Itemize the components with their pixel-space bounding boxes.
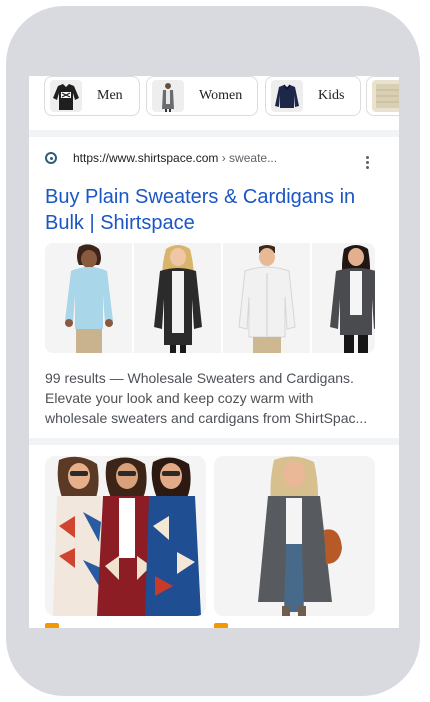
divider bbox=[29, 438, 399, 445]
chip-label: Kids bbox=[318, 88, 345, 103]
product-card-grey-long-cardigan[interactable] bbox=[214, 456, 375, 616]
product-card-aztec-cardigans[interactable] bbox=[45, 456, 206, 616]
product-image-white-cardigan[interactable] bbox=[223, 243, 310, 353]
product-image-charcoal-cardigan[interactable] bbox=[312, 243, 375, 353]
product-image-black-cardigan[interactable] bbox=[134, 243, 221, 353]
women-cardigan-thumbnail bbox=[152, 80, 184, 112]
result-title-link[interactable]: Buy Plain Sweaters & Cardigans in Bulk |… bbox=[45, 184, 375, 236]
result-url: https://www.shirtspace.com › sweate... bbox=[73, 151, 278, 165]
divider bbox=[29, 130, 399, 137]
chip-women[interactable]: Women bbox=[146, 76, 258, 116]
men-sweater-thumbnail bbox=[50, 80, 82, 112]
chip-label: Women bbox=[199, 88, 243, 103]
chip-label: Men bbox=[97, 88, 123, 103]
merchant-badge-icon bbox=[214, 623, 228, 628]
category-chips: Men Women Kids bbox=[29, 76, 399, 122]
more-options-icon[interactable] bbox=[366, 156, 370, 171]
result-image-row bbox=[45, 243, 375, 353]
product-image-light-blue-sweater[interactable] bbox=[45, 243, 132, 353]
knit-thumbnail bbox=[372, 80, 399, 112]
chip-more[interactable] bbox=[366, 76, 399, 116]
merchant-badge-icon bbox=[45, 623, 59, 628]
chip-kids[interactable]: Kids bbox=[265, 76, 361, 116]
site-favicon-icon bbox=[45, 152, 57, 164]
chip-men[interactable]: Men bbox=[44, 76, 140, 116]
result-snippet: 99 results — Wholesale Sweaters and Card… bbox=[45, 370, 368, 426]
search-screen: Men Women Kids https://www.shirtspace.co… bbox=[29, 76, 399, 628]
kids-sweater-thumbnail bbox=[271, 80, 303, 112]
